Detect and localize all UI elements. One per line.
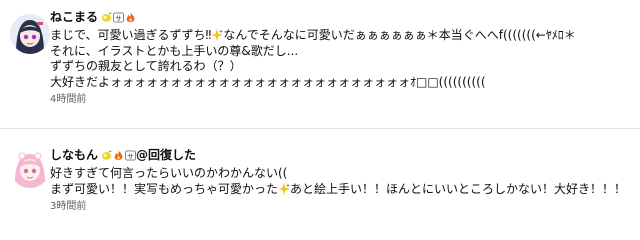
divider <box>0 128 640 129</box>
comment-item: しなもん サ @回復した 好きすぎて何言ったらいいのかわかんない(( まず可愛い… <box>0 138 640 238</box>
author-name[interactable]: しなもん <box>50 146 98 164</box>
fire-icon <box>126 11 135 22</box>
svg-text:サ: サ <box>127 152 133 160</box>
avatar[interactable] <box>10 148 50 188</box>
sparkle-icon <box>278 182 291 195</box>
author-suffix: @回復した <box>136 148 197 162</box>
sa-badge-icon: サ <box>113 11 125 23</box>
comment-text: まじで、可愛い過ぎるずずち‼ なんでそんなに可愛いだぁぁぁぁぁぁ＊本当ぐへへf((… <box>50 28 576 89</box>
author-name[interactable]: ねこまる <box>50 8 98 26</box>
svg-text:サ: サ <box>115 14 121 22</box>
lemon-icon <box>101 11 112 22</box>
timestamp[interactable]: 4時間前 <box>50 93 632 107</box>
avatar[interactable] <box>10 14 50 54</box>
sa-badge-icon: サ <box>125 149 137 161</box>
comment-item: ねこまる サ まじで、可愛い過ぎるずずち‼ なんでそんなに可愛いだぁぁぁぁぁぁ＊本… <box>0 0 640 128</box>
comment-text: 好きすぎて何言ったらいいのかわかんない(( まず可愛い！！実写もめっちゃ可愛かっ… <box>50 166 627 196</box>
timestamp[interactable]: 3時間前 <box>50 200 632 214</box>
lemon-icon <box>101 149 112 160</box>
sparkle-icon <box>211 29 224 41</box>
fire-icon <box>114 149 123 160</box>
